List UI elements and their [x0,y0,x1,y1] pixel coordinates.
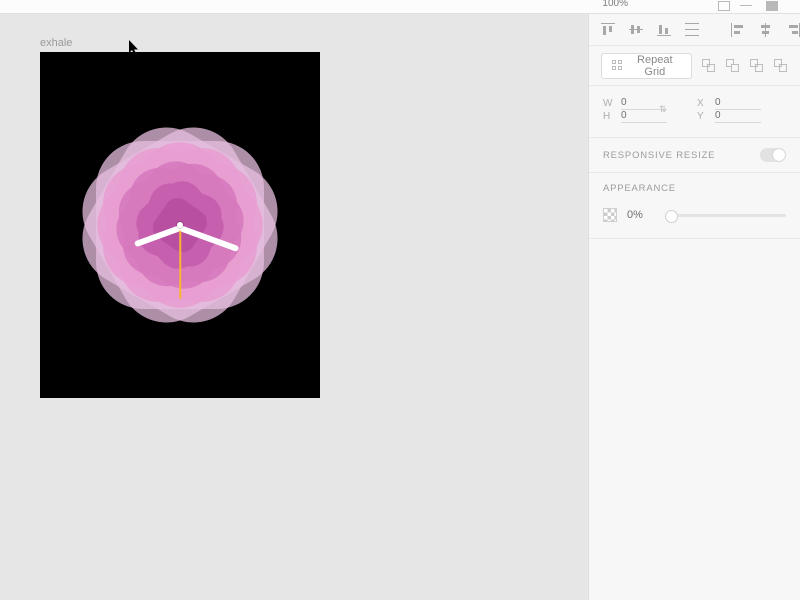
opacity-value[interactable]: 0% [627,209,655,221]
properties-panel: Repeat Grid W 0 X 0 ⇅ H 0 Y 0 RESPONSIVE… [588,14,800,600]
align-right-icon[interactable] [787,23,800,37]
distribute-v-icon[interactable] [685,23,699,37]
y-input[interactable]: 0 [715,110,755,121]
boolean-add-icon[interactable] [702,59,716,73]
zoom-level[interactable]: 100% [602,0,628,9]
view-icon-square[interactable] [718,1,730,11]
canvas[interactable]: exhale [0,14,588,600]
appearance-label: APPEARANCE [603,183,676,194]
responsive-resize-toggle[interactable] [760,148,786,162]
opacity-slider[interactable] [665,214,786,217]
align-tools-row [589,14,800,46]
align-hcenter-icon[interactable] [759,23,773,37]
appearance-section-head: APPEARANCE [589,173,800,198]
align-top-icon[interactable] [601,23,615,37]
app-toolbar: 100% [0,0,800,14]
artboard-title[interactable]: exhale [40,37,72,49]
height-input[interactable]: 0 [621,110,661,121]
align-left-icon[interactable] [731,23,745,37]
width-input[interactable]: 0 [621,97,661,108]
repeat-grid-label: Repeat Grid [629,54,681,78]
boolean-intersect-icon[interactable] [750,59,764,73]
responsive-resize-label: RESPONSIVE RESIZE [603,150,715,161]
x-input[interactable]: 0 [715,97,755,108]
boolean-subtract-icon[interactable] [726,59,740,73]
height-label: H [603,111,613,122]
align-bottom-icon[interactable] [657,23,671,37]
width-label: W [603,98,613,109]
clock-hub [177,222,183,228]
clock-second-hand [179,225,181,299]
repeat-grid-row: Repeat Grid [589,46,800,86]
opacity-swatch-icon[interactable] [603,208,617,222]
artboard[interactable] [40,52,320,398]
y-label: Y [697,111,707,122]
view-icon-minimize[interactable] [740,5,752,6]
repeat-grid-icon [612,60,623,72]
transform-section: W 0 X 0 ⇅ H 0 Y 0 [589,86,800,138]
repeat-grid-button[interactable]: Repeat Grid [601,53,692,79]
responsive-resize-section: RESPONSIVE RESIZE [589,138,800,173]
align-vmiddle-icon[interactable] [629,23,643,37]
appearance-section: 0% [589,198,800,239]
x-label: X [697,98,707,109]
boolean-exclude-icon[interactable] [774,59,788,73]
view-icon-artboard[interactable] [766,1,778,11]
